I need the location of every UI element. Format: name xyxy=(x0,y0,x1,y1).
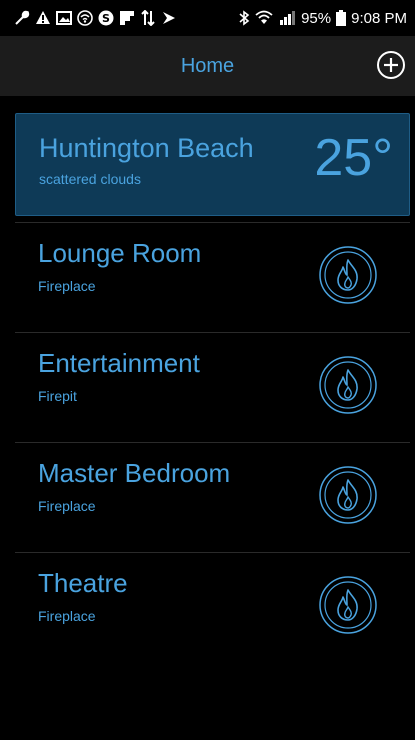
transfer-icon xyxy=(140,10,156,26)
room-name: Theatre xyxy=(38,568,128,598)
svg-text:S: S xyxy=(102,12,110,25)
status-bar: S 95% 9:08 PM xyxy=(0,0,415,36)
list-item[interactable]: Master Bedroom Fireplace xyxy=(15,442,410,552)
weather-card[interactable]: Huntington Beach scattered clouds 25° xyxy=(15,113,410,216)
page-title: Home xyxy=(180,55,235,77)
flipboard-icon xyxy=(119,10,135,26)
wrench-icon xyxy=(14,10,30,26)
notification-icons: S xyxy=(14,0,177,36)
room-type: Fireplace xyxy=(38,608,96,624)
signal-icon xyxy=(278,10,296,26)
room-type: Firepit xyxy=(38,388,77,404)
room-type: Fireplace xyxy=(38,278,96,294)
flame-icon xyxy=(318,465,378,529)
bluetooth-icon xyxy=(238,10,250,26)
flame-button[interactable] xyxy=(318,245,378,309)
s-icon: S xyxy=(98,10,114,26)
flame-button[interactable] xyxy=(318,575,378,639)
list-item[interactable]: Theatre Fireplace xyxy=(15,552,410,662)
room-name: Entertainment xyxy=(38,348,200,378)
flame-button[interactable] xyxy=(318,355,378,419)
room-name: Lounge Room xyxy=(38,238,202,268)
wifi-icon xyxy=(77,10,93,26)
flame-button[interactable] xyxy=(318,465,378,529)
weather-city: Huntington Beach xyxy=(39,133,254,163)
list-item[interactable]: Entertainment Firepit xyxy=(15,332,410,442)
image-icon xyxy=(56,10,72,26)
battery-percent: 95% xyxy=(301,9,332,27)
room-list: Lounge Room Fireplace Entertainment Fire… xyxy=(0,222,415,662)
warning-icon xyxy=(35,10,51,26)
flame-icon xyxy=(318,355,378,419)
weather-description: scattered clouds xyxy=(39,171,141,187)
list-item[interactable]: Lounge Room Fireplace xyxy=(15,222,410,332)
room-name: Master Bedroom xyxy=(38,458,231,488)
add-button[interactable] xyxy=(376,50,406,84)
clock: 9:08 PM xyxy=(351,9,407,27)
wifi-signal-icon xyxy=(255,10,273,26)
flame-icon xyxy=(318,575,378,639)
room-type: Fireplace xyxy=(38,498,96,514)
app-bar: Home xyxy=(0,36,415,96)
flame-icon xyxy=(318,245,378,309)
battery-icon xyxy=(336,10,347,26)
weather-temperature: 25° xyxy=(314,129,393,187)
system-status: 95% 9:08 PM xyxy=(238,0,407,36)
media-icon xyxy=(161,10,177,26)
plus-circle-icon xyxy=(376,50,406,84)
